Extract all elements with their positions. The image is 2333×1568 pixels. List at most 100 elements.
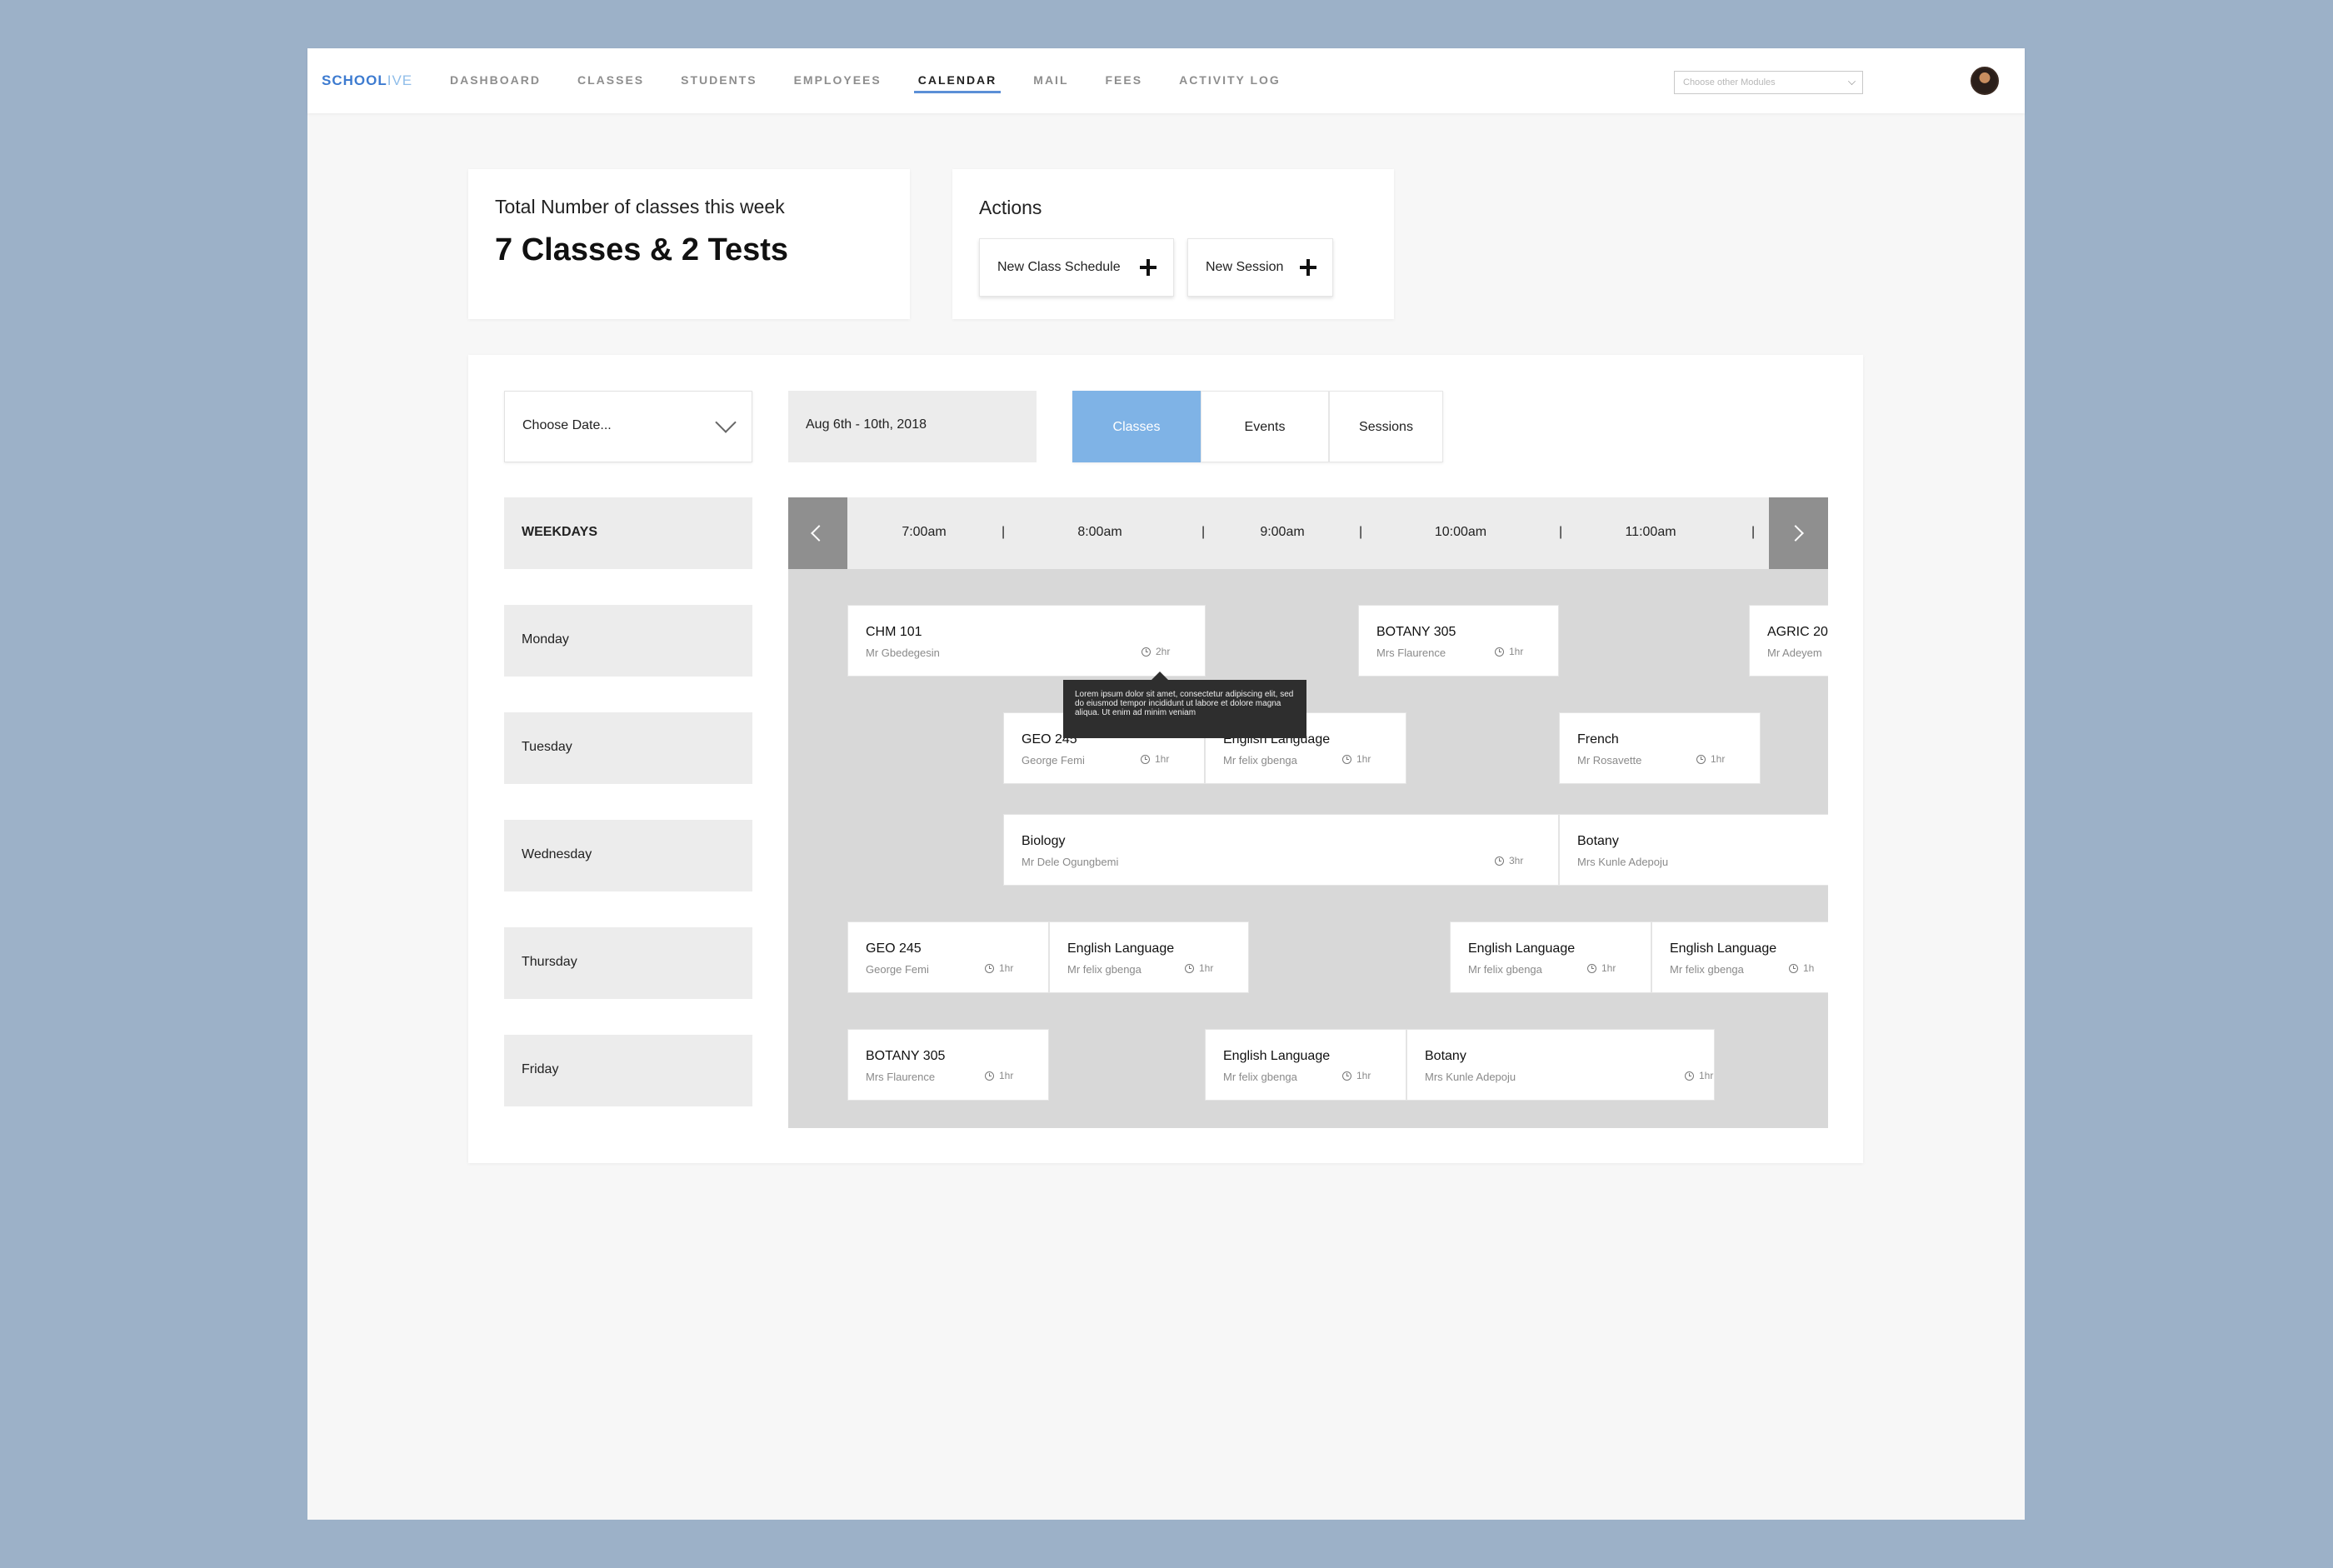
next-time-button[interactable] — [1769, 497, 1828, 569]
time-separator: | — [1359, 525, 1363, 539]
date-range-display: Aug 6th - 10th, 2018 — [788, 391, 1037, 462]
new-session-button[interactable]: New Session — [1187, 238, 1333, 297]
weekday-monday: Monday — [504, 605, 752, 677]
weekday-label: Friday — [522, 1062, 559, 1076]
class-block[interactable]: English Language Mr felix gbenga 1hr — [1049, 921, 1249, 993]
nav-mail[interactable]: MAIL — [1033, 48, 1068, 113]
time-label: 11:00am — [1625, 525, 1676, 539]
clock-icon — [1141, 754, 1150, 764]
weekdays-header: WEEKDAYS — [504, 497, 752, 569]
class-duration: 3hr — [1495, 855, 1523, 866]
nav-employees[interactable]: EMPLOYEES — [794, 48, 882, 113]
module-select[interactable]: Choose other Modules — [1674, 71, 1863, 94]
class-teacher: Mrs Flaurence — [1376, 647, 1446, 659]
actions-card: Actions New Class Schedule New Session — [952, 169, 1394, 319]
class-name: AGRIC 20 — [1767, 625, 1828, 639]
tab-events[interactable]: Events — [1201, 391, 1329, 462]
time-separator: | — [1559, 525, 1563, 539]
weekdays-header-label: WEEKDAYS — [522, 525, 597, 539]
clock-icon — [1685, 1071, 1694, 1081]
clock-icon — [1142, 647, 1151, 657]
chevron-right-icon — [1787, 525, 1804, 542]
class-duration-text: 1h — [1803, 962, 1815, 974]
clock-icon — [1495, 856, 1504, 866]
class-block[interactable]: Biology Mr Dele Ogungbemi 3hr — [1003, 814, 1559, 886]
class-duration: 1hr — [1587, 962, 1616, 974]
previous-time-button[interactable] — [788, 497, 847, 569]
class-block[interactable]: BOTANY 305 Mrs Flaurence 1hr — [847, 1029, 1049, 1101]
class-tooltip: Lorem ipsum dolor sit amet, consectetur … — [1063, 672, 1306, 738]
class-teacher: Mr felix gbenga — [1223, 1071, 1297, 1083]
clock-icon — [1587, 963, 1596, 973]
class-duration: 1hr — [1141, 753, 1169, 765]
class-count-value: 7 Classes & 2 Tests — [495, 232, 789, 267]
brand-logo-part2: IVE — [387, 72, 413, 88]
class-block[interactable]: GEO 245 George Femi 1hr — [847, 921, 1049, 993]
weekday-thursday: Thursday — [504, 927, 752, 999]
nav-students[interactable]: STUDENTS — [681, 48, 757, 113]
clock-icon — [1696, 754, 1706, 764]
nav-dashboard[interactable]: DASHBOARD — [450, 48, 541, 113]
class-duration: 1hr — [985, 1070, 1013, 1081]
class-block[interactable]: English Language Mr felix gbenga 1hr — [1450, 921, 1651, 993]
nav-fees[interactable]: FEES — [1106, 48, 1143, 113]
class-block[interactable]: Botany Mrs Kunle Adepoju 1hr — [1406, 1029, 1715, 1101]
class-duration-text: 1hr — [999, 1070, 1014, 1081]
chevron-left-icon — [811, 525, 827, 542]
class-teacher: Mr felix gbenga — [1468, 963, 1542, 976]
module-select-placeholder: Choose other Modules — [1683, 77, 1776, 87]
tab-classes[interactable]: Classes — [1072, 391, 1201, 462]
time-separator: | — [1201, 525, 1206, 539]
class-duration: 2hr — [1142, 646, 1170, 657]
class-name: English Language — [1067, 941, 1175, 956]
class-name: English Language — [1223, 1049, 1331, 1063]
class-name: BOTANY 305 — [866, 1049, 946, 1063]
new-class-schedule-button[interactable]: New Class Schedule — [979, 238, 1174, 297]
app-window: SCHOOLIVE DASHBOARD CLASSES STUDENTS EMP… — [307, 48, 2025, 1520]
class-count-title: Total Number of classes this week — [495, 196, 785, 217]
class-duration: 1h — [1789, 962, 1814, 974]
class-block[interactable]: English Language Mr felix gbenga 1hr — [1205, 1029, 1406, 1101]
class-teacher: George Femi — [866, 963, 929, 976]
chevron-down-icon — [1848, 77, 1856, 85]
calendar-card: Choose Date... Aug 6th - 10th, 2018 Clas… — [468, 355, 1863, 1163]
class-block[interactable]: English Language Mr felix gbenga 1h — [1651, 921, 1828, 993]
brand-logo[interactable]: SCHOOLIVE — [322, 72, 412, 89]
nav-classes[interactable]: CLASSES — [577, 48, 644, 113]
class-block[interactable]: Botany Mrs Kunle Adepoju — [1559, 814, 1828, 886]
class-duration: 1hr — [1696, 753, 1725, 765]
class-block[interactable]: AGRIC 20 Mr Adeyem — [1749, 605, 1828, 677]
class-block[interactable]: French Mr Rosavette 1hr — [1559, 712, 1761, 784]
class-name: GEO 245 — [866, 941, 922, 956]
class-name: English Language — [1670, 941, 1777, 956]
class-block[interactable]: CHM 101 Mr Gbedegesin 2hr — [847, 605, 1206, 677]
class-teacher: Mrs Kunle Adepoju — [1577, 856, 1669, 868]
weekday-label: Thursday — [522, 955, 577, 969]
actions-title: Actions — [979, 197, 1042, 218]
class-name: CHM 101 — [866, 625, 922, 639]
nav-activity-log[interactable]: ACTIVITY LOG — [1179, 48, 1281, 113]
clock-icon — [1495, 647, 1504, 657]
weekday-label: Monday — [522, 632, 569, 647]
schedule-grid: 7:00am | 8:00am | 9:00am | 10:00am | 11:… — [788, 497, 1828, 1128]
class-duration: 1hr — [1495, 646, 1523, 657]
chevron-down-icon — [715, 412, 737, 433]
clock-icon — [1342, 754, 1351, 764]
user-avatar[interactable] — [1971, 67, 1999, 95]
choose-date-dropdown[interactable]: Choose Date... — [504, 391, 752, 462]
class-duration-text: 2hr — [1156, 646, 1171, 657]
class-duration: 1hr — [1685, 1070, 1713, 1081]
class-duration-text: 3hr — [1509, 855, 1524, 866]
class-block[interactable]: BOTANY 305 Mrs Flaurence 1hr — [1358, 605, 1559, 677]
weekday-label: Wednesday — [522, 847, 592, 861]
class-teacher: Mr felix gbenga — [1670, 963, 1744, 976]
class-duration-text: 1hr — [1199, 962, 1214, 974]
class-count-card: Total Number of classes this week 7 Clas… — [468, 169, 910, 319]
weekday-tuesday: Tuesday — [504, 712, 752, 784]
nav-calendar[interactable]: CALENDAR — [913, 48, 1001, 113]
class-teacher: Mr Adeyem — [1767, 647, 1822, 659]
class-name: BOTANY 305 — [1376, 625, 1456, 639]
tab-sessions[interactable]: Sessions — [1329, 391, 1443, 462]
class-name: French — [1577, 732, 1619, 747]
class-teacher: Mr Dele Ogungbemi — [1022, 856, 1119, 868]
